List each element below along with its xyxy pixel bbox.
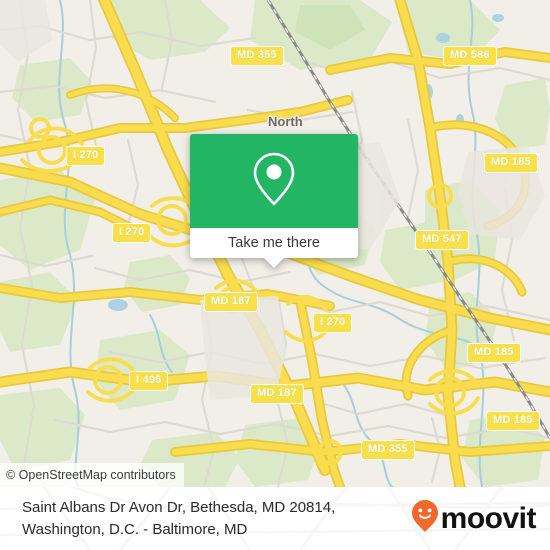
map-pin-icon (251, 150, 297, 213)
road-shield[interactable]: MD 547 (415, 230, 469, 250)
moovit-smiley-pin-icon (411, 499, 439, 538)
footer-content: Saint Albans Dr Avon Dr, Bethesda, MD 20… (0, 487, 550, 550)
map-screenshot-root: North MD 355 MD 586 I 270 MD 185 I 270 M… (0, 0, 550, 550)
road-shield[interactable]: MD 586 (443, 46, 497, 66)
road-shield[interactable]: MD 185 (484, 153, 538, 173)
moovit-wordmark: moovit (440, 501, 537, 535)
road-shield[interactable]: I 270 (66, 146, 106, 166)
road-shield[interactable]: I 495 (129, 371, 169, 391)
osm-attribution-text: © OpenStreetMap contributors (6, 468, 176, 482)
footer-bar: Saint Albans Dr Avon Dr, Bethesda, MD 20… (0, 487, 550, 550)
callout-pin-panel (190, 134, 358, 228)
road-shield[interactable]: MD 185 (486, 411, 540, 431)
road-shield[interactable]: I 270 (112, 223, 152, 243)
callout-tail (263, 257, 285, 268)
take-me-there-label: Take me there (228, 235, 320, 251)
road-shield[interactable]: MD 185 (467, 343, 521, 363)
address-text: Saint Albans Dr Avon Dr, Bethesda, MD 20… (22, 497, 335, 540)
address-line-1: Saint Albans Dr Avon Dr, Bethesda, MD 20… (22, 499, 336, 517)
road-shield[interactable]: MD 355 (230, 46, 284, 66)
road-shield[interactable]: MD 355 (361, 440, 415, 460)
road-shield[interactable]: I 270 (313, 313, 353, 333)
map-canvas[interactable]: North MD 355 MD 586 I 270 MD 185 I 270 M… (0, 0, 550, 487)
location-callout-card[interactable]: Take me there (190, 134, 358, 268)
road-shield[interactable]: MD 187 (250, 384, 304, 404)
take-me-there-button[interactable]: Take me there (190, 228, 358, 258)
osm-attribution[interactable]: © OpenStreetMap contributors (0, 463, 184, 487)
road-shield[interactable]: MD 187 (204, 292, 258, 312)
moovit-logo[interactable]: moovit (411, 499, 537, 538)
address-line-2: Washington, D.C. - Baltimore, MD (22, 520, 248, 538)
place-label-north: North (268, 114, 303, 129)
